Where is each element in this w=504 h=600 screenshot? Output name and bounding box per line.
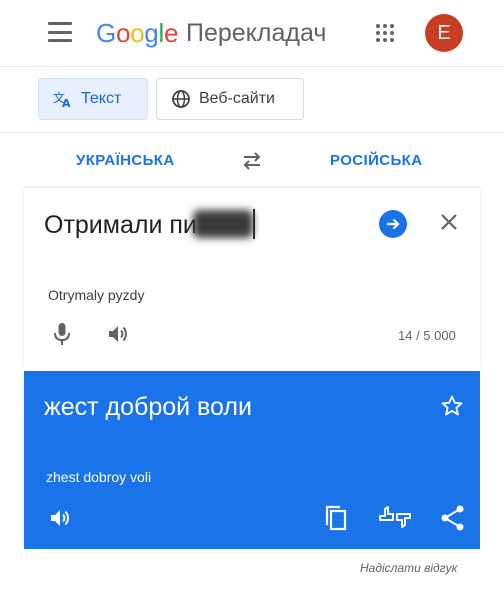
translation-text: жест доброй воли [44, 393, 252, 421]
swap-icon[interactable] [240, 150, 264, 172]
tab-websites[interactable]: Веб-сайти [156, 78, 304, 120]
google-logo: Google [96, 18, 179, 48]
source-transliteration: Otrymaly pyzdy [48, 287, 145, 303]
share-icon[interactable] [440, 504, 466, 537]
product-name: Перекладач [186, 19, 327, 47]
menu-icon[interactable] [48, 22, 72, 42]
speaker-icon[interactable] [106, 322, 130, 351]
character-count: 14 / 5 000 [398, 328, 456, 343]
star-icon[interactable] [440, 394, 464, 418]
source-text-input[interactable]: Отримали пи [44, 209, 255, 240]
target-language-button[interactable]: РОСІЙСЬКА [330, 152, 422, 169]
translation-transliteration: zhest dobroy voli [46, 469, 152, 485]
tab-websites-label: Веб-сайти [199, 90, 275, 107]
close-icon[interactable] [437, 210, 461, 234]
copy-icon[interactable] [324, 504, 350, 537]
censored-blur [192, 210, 253, 238]
text-cursor [252, 209, 255, 239]
avatar[interactable]: E [425, 14, 463, 52]
svg-text:A: A [62, 97, 71, 108]
tab-text[interactable]: 文A Текст [38, 78, 148, 120]
globe-icon [171, 89, 191, 109]
source-text-value: Отримали пи [44, 211, 197, 239]
microphone-icon[interactable] [52, 322, 72, 351]
translate-icon: 文A [53, 90, 73, 108]
source-language-button[interactable]: УКРАЇНСЬКА [76, 152, 175, 169]
send-feedback-link[interactable]: Надіслати відгук [360, 561, 457, 575]
speaker-icon[interactable] [48, 506, 72, 535]
rate-icon[interactable] [378, 504, 412, 537]
divider [0, 132, 504, 133]
arrow-forward-icon[interactable] [379, 210, 407, 238]
tab-text-label: Текст [81, 90, 122, 107]
apps-grid-icon[interactable] [376, 24, 394, 42]
